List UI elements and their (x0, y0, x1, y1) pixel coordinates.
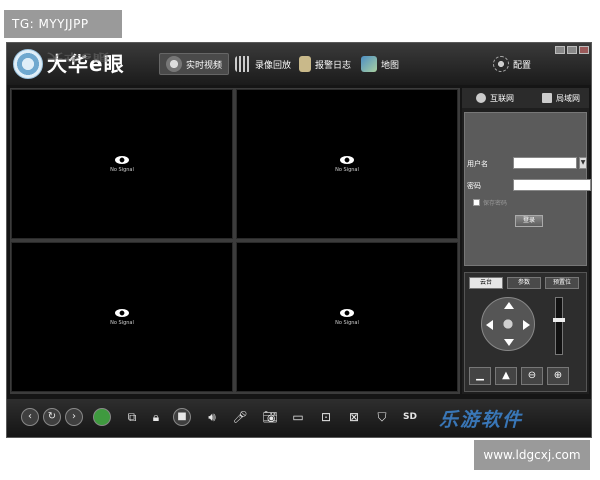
nav-alarm-log[interactable]: 报警日志 (299, 53, 351, 75)
nav-config-label: 配置 (513, 60, 532, 71)
arrow-down-icon[interactable] (504, 339, 514, 346)
remember-password-checkbox[interactable] (473, 199, 480, 206)
nav-config[interactable]: 配置 (493, 53, 531, 75)
minimize-button[interactable] (555, 46, 565, 54)
camera-capture-icon[interactable]: 📷︎ (261, 408, 279, 426)
video-cell-4[interactable]: No Signal (236, 242, 458, 392)
no-signal-text: No Signal (335, 319, 359, 326)
video-cell-2[interactable]: No Signal (236, 89, 458, 239)
arrow-left-icon[interactable] (486, 320, 493, 330)
tab-internet-label: 互联网 (490, 93, 514, 103)
shield-icon[interactable]: ⛉ (373, 408, 391, 426)
chevron-down-icon[interactable]: ▼ (579, 157, 587, 169)
nav-live-video[interactable]: 实时视频 (159, 53, 230, 75)
arrow-up-icon[interactable] (504, 302, 514, 309)
url-overlay-label: www.ldgcxj.com (474, 440, 590, 470)
status-light-icon[interactable] (93, 408, 111, 426)
video-grid: No Signal No Signal No Signal No Signal (10, 88, 460, 394)
monitor-icon[interactable]: ▭ (289, 408, 307, 426)
zoom-in-icon[interactable]: ⊕ (547, 367, 569, 385)
nav-map[interactable]: 地图 (361, 53, 399, 75)
bottom-toolbar: ‹ ↻ › ⧉ 🔒︎ ■ 🔊︎ 🎤︎ 📷︎ ▭ ⊡ ⊠ ⛉ SD 乐游软件 (7, 399, 591, 437)
password-field[interactable] (513, 179, 591, 191)
stop-icon[interactable]: ■ (173, 408, 191, 426)
network-icon (542, 93, 552, 103)
ptz-speed-slider[interactable] (553, 297, 565, 355)
tab-presets[interactable]: 预置位 (545, 277, 579, 289)
close-button[interactable] (579, 46, 589, 54)
no-signal-text: No Signal (335, 166, 359, 173)
mountain-large-icon[interactable]: ▲ (495, 367, 517, 385)
logo-icon (13, 49, 43, 79)
nav-alarm-log-label: 报警日志 (315, 60, 352, 71)
ptz-tabs: 云台 参数 预置位 (469, 277, 579, 289)
remember-password-label: 保存密码 (483, 200, 508, 207)
previous-icon[interactable]: ‹ (21, 408, 39, 426)
slider-handle[interactable] (553, 318, 565, 322)
sd-button[interactable]: SD (401, 408, 419, 426)
next-icon[interactable]: › (65, 408, 83, 426)
tg-overlay-label: TG: MYYJJPP (4, 10, 122, 38)
tab-lan[interactable]: 局域网 (542, 90, 580, 106)
right-panel: 互联网 局域网 用户名 ▼ 密码 保存密码 登录 云台 参数 预置位 ▁ ▲ ⊖… (462, 88, 591, 394)
maximize-button[interactable] (567, 46, 577, 54)
tab-params[interactable]: 参数 (507, 277, 541, 289)
login-form: 用户名 ▼ 密码 保存密码 登录 (464, 112, 591, 266)
login-button[interactable]: 登录 (515, 215, 543, 227)
record-icon[interactable]: ⊡ (317, 408, 335, 426)
tab-internet[interactable]: 互联网 (476, 90, 514, 106)
no-signal-text: No Signal (110, 166, 134, 173)
nav-live-video-label: 实时视频 (186, 60, 223, 71)
globe-icon (476, 93, 486, 103)
map-icon (361, 56, 377, 72)
no-signal-text: No Signal (110, 319, 134, 326)
tab-lan-label: 局域网 (556, 93, 580, 103)
clipboard-icon (299, 56, 311, 72)
watermark-text: 乐游软件 (439, 409, 524, 431)
username-label: 用户名 (467, 160, 488, 168)
network-tabs: 互联网 局域网 (462, 88, 589, 108)
nav-playback-label: 录像回放 (255, 60, 292, 71)
zoom-out-icon[interactable]: ⊖ (521, 367, 543, 385)
refresh-icon[interactable]: ↻ (43, 408, 61, 426)
video-cell-1[interactable]: No Signal (11, 89, 233, 239)
password-label: 密码 (467, 182, 481, 190)
snapshot-icon[interactable]: ⊠ (345, 408, 363, 426)
username-field[interactable] (513, 157, 577, 169)
logo-reflection: 大华e眼 (47, 51, 110, 63)
ptz-control: 云台 参数 预置位 ▁ ▲ ⊖ ⊕ (464, 272, 587, 392)
eye-icon (340, 308, 354, 317)
mountain-small-icon[interactable]: ▁ (469, 367, 491, 385)
eye-icon (115, 155, 129, 164)
microphone-icon[interactable]: 🎤︎ (231, 408, 249, 426)
film-icon (235, 56, 251, 72)
split-screen-icon[interactable]: ⧉ (123, 408, 141, 426)
ptz-direction-pad[interactable] (481, 297, 535, 351)
lock-icon[interactable]: 🔒︎ (147, 408, 165, 426)
nav-playback[interactable]: 录像回放 (235, 53, 291, 75)
app-window: 大华e眼 大华e眼 实时视频 录像回放 报警日志 地图 配置 No Signal… (6, 42, 592, 438)
gear-icon (493, 56, 509, 72)
eye-icon (340, 155, 354, 164)
title-bar: 大华e眼 大华e眼 实时视频 录像回放 报警日志 地图 配置 (7, 43, 591, 85)
video-cell-3[interactable]: No Signal (11, 242, 233, 392)
eye-icon (115, 308, 129, 317)
arrow-right-icon[interactable] (523, 320, 530, 330)
tab-ptz[interactable]: 云台 (469, 277, 503, 289)
nav-map-label: 地图 (381, 60, 400, 71)
volume-icon[interactable]: 🔊︎ (203, 408, 221, 426)
camera-icon (166, 56, 182, 72)
